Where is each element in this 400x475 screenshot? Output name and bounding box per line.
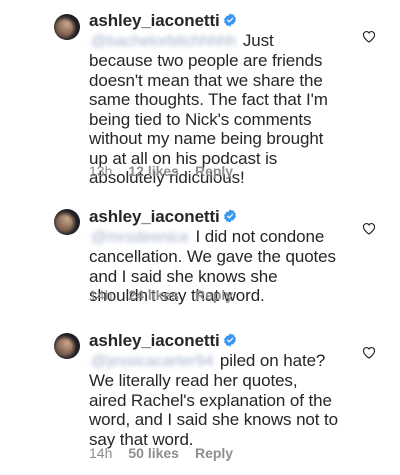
comment-username[interactable]: ashley_iaconetti bbox=[89, 11, 220, 30]
comment-time: 14h bbox=[89, 287, 113, 303]
comment-likes[interactable]: 12 likes bbox=[128, 163, 179, 179]
mention-link[interactable]: @mrsdeenice bbox=[89, 228, 191, 248]
heart-icon[interactable] bbox=[362, 346, 376, 359]
mention-link[interactable]: @jessicacarter94 bbox=[89, 352, 215, 372]
comment-username[interactable]: ashley_iaconetti bbox=[89, 331, 220, 350]
comment-likes[interactable]: 50 likes bbox=[128, 445, 179, 461]
mention-link[interactable]: @bachelorbitchhhhh bbox=[89, 32, 238, 52]
verified-badge-icon bbox=[223, 333, 236, 347]
heart-icon[interactable] bbox=[362, 222, 376, 235]
comment-body: ashley_iaconetti @jessicacarter94 piled … bbox=[89, 331, 339, 449]
reply-button[interactable]: Reply bbox=[195, 445, 233, 461]
comment-time: 13h bbox=[89, 163, 113, 179]
verified-badge-icon bbox=[223, 209, 236, 223]
avatar[interactable] bbox=[54, 209, 80, 235]
comment-time: 14h bbox=[89, 445, 113, 461]
comment-meta: 14h 50 likes Reply bbox=[89, 445, 249, 461]
avatar[interactable] bbox=[54, 14, 80, 40]
avatar[interactable] bbox=[54, 333, 80, 359]
verified-badge-icon bbox=[223, 13, 236, 27]
comment-likes[interactable]: 24 likes bbox=[128, 287, 179, 303]
comment-username[interactable]: ashley_iaconetti bbox=[89, 207, 220, 226]
reply-button[interactable]: Reply bbox=[195, 287, 233, 303]
reply-button[interactable]: Reply bbox=[195, 163, 233, 179]
comment-meta: 13h 12 likes Reply bbox=[89, 163, 249, 179]
comment-body: ashley_iaconetti @bachelorbitchhhhh Just… bbox=[89, 11, 339, 188]
comment-meta: 14h 24 likes Reply bbox=[89, 287, 249, 303]
heart-icon[interactable] bbox=[362, 30, 376, 43]
